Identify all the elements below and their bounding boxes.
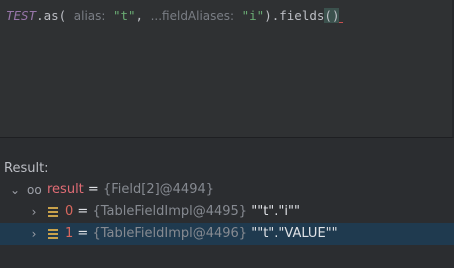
code-identifier: TEST [6, 8, 37, 23]
editor-scroll-area [0, 141, 454, 161]
code-arg-field-alias: "i" [241, 8, 265, 23]
element-index: 0 [65, 204, 74, 219]
tree-row-result[interactable]: ⌄ oo result = {Field[2]@4494} [0, 179, 454, 201]
field-list-icon [48, 229, 58, 239]
field-list-icon [48, 207, 58, 217]
equals-sign: = [77, 204, 89, 219]
element-value: {TableFieldImpl@4496} [92, 226, 248, 241]
chevron-right-icon[interactable]: › [28, 223, 40, 245]
expression-code[interactable]: TEST.as( alias: "t", ...fieldAliases: "i… [6, 7, 344, 25]
element-index: 1 [65, 226, 74, 241]
watch-glasses-icon: oo [27, 183, 42, 197]
result-label: Result: [4, 161, 49, 176]
param-hint-field-aliases: ...fieldAliases: [150, 9, 235, 23]
element-value: {TableFieldImpl@4495} [92, 204, 248, 219]
variable-value: {Field[2]@4494} [102, 182, 215, 197]
result-tree[interactable]: ⌄ oo result = {Field[2]@4494} › 0 = {Tab… [0, 179, 454, 245]
tree-row-0[interactable]: › 0 = {TableFieldImpl@4495} ""t"."i"" [0, 201, 454, 223]
param-hint-alias: alias: [73, 9, 106, 23]
code-fields-call: ).fields [264, 8, 325, 23]
code-arg-alias: "t" [112, 8, 136, 23]
code-comma: , [135, 8, 144, 23]
chevron-right-icon[interactable]: › [28, 201, 40, 223]
code-parens-highlight: () [324, 8, 340, 23]
expression-editor[interactable]: TEST.as( alias: "t", ...fieldAliases: "i… [0, 0, 454, 138]
element-string: ""t"."i"" [251, 204, 300, 219]
element-string: ""t"."VALUE"" [251, 226, 338, 241]
equals-sign: = [77, 226, 89, 241]
equals-sign: = [87, 182, 99, 197]
chevron-down-icon[interactable]: ⌄ [9, 179, 21, 201]
tree-row-1[interactable]: › 1 = {TableFieldImpl@4496} ""t"."VALUE"… [0, 223, 454, 245]
code-as-call: .as( [36, 8, 67, 23]
text-caret [339, 22, 344, 23]
variable-name: result [47, 182, 84, 197]
